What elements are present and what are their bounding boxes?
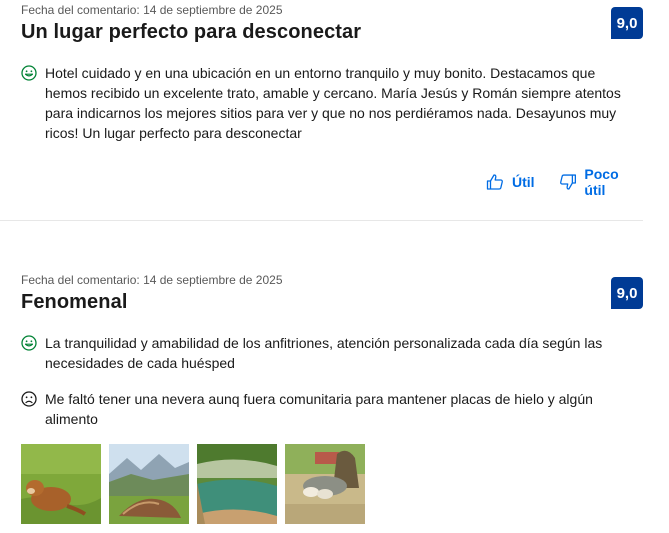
- helpful-button[interactable]: Útil: [486, 173, 535, 191]
- mountain-meadow-photo: [109, 444, 189, 524]
- review-photo[interactable]: [109, 444, 189, 524]
- sad-face-icon: [21, 391, 37, 407]
- negative-text: Me faltó tener una nevera aunq fuera com…: [45, 391, 593, 427]
- village-hut-photo: [285, 444, 365, 524]
- score-badge: 9,0: [611, 7, 643, 39]
- score-badge: 9,0: [611, 277, 643, 309]
- review-card: Fecha del comentario: 14 de septiembre d…: [0, 0, 643, 221]
- positive-comment: Hotel cuidado y en una ubicación en un e…: [21, 63, 641, 143]
- review-photo[interactable]: [21, 444, 101, 524]
- review-photo[interactable]: [197, 444, 277, 524]
- not-helpful-label: Poco útil: [584, 166, 619, 198]
- smile-face-icon: [21, 335, 37, 351]
- calf-photo: [21, 444, 101, 524]
- river-pool-photo: [197, 444, 277, 524]
- vote-bar: Útil Poco útil: [486, 166, 643, 198]
- review-title: Fenomenal: [21, 291, 128, 313]
- smile-face-icon: [21, 65, 37, 81]
- negative-comment: Me faltó tener una nevera aunq fuera com…: [21, 389, 641, 429]
- review-date: Fecha del comentario: 14 de septiembre d…: [21, 3, 283, 17]
- thumbs-down-icon: [559, 174, 576, 190]
- review-title: Un lugar perfecto para desconectar: [21, 21, 362, 43]
- helpful-label: Útil: [512, 174, 535, 190]
- positive-comment: La tranquilidad y amabilidad de los anfi…: [21, 333, 641, 373]
- positive-text: La tranquilidad y amabilidad de los anfi…: [45, 335, 603, 371]
- review-date: Fecha del comentario: 14 de septiembre d…: [21, 273, 283, 287]
- not-helpful-button[interactable]: Poco útil: [559, 166, 643, 198]
- positive-text: Hotel cuidado y en una ubicación en un e…: [45, 65, 621, 141]
- review-photo[interactable]: [285, 444, 365, 524]
- thumbs-up-icon: [486, 174, 503, 190]
